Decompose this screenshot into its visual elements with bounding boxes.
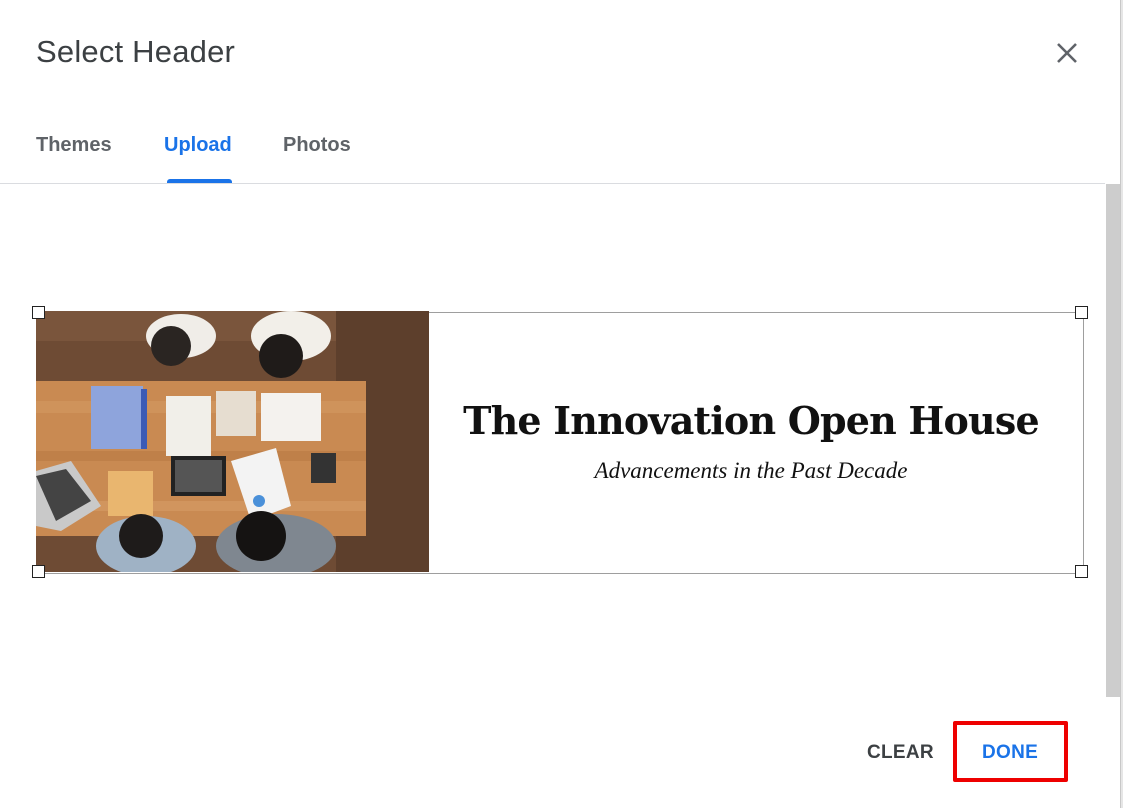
tab-photos[interactable]: Photos: [283, 134, 351, 157]
tab-themes[interactable]: Themes: [36, 134, 112, 157]
crop-handle-bottom-right[interactable]: [1075, 565, 1088, 578]
clear-button[interactable]: CLEAR: [867, 742, 934, 764]
banner-title: The Innovation Open House: [463, 398, 1040, 443]
dialog-title: Select Header: [36, 34, 236, 69]
scrollbar-thumb[interactable]: [1106, 184, 1120, 697]
header-photo: [36, 311, 429, 572]
select-header-dialog: Select Header Themes Upload Photos The I…: [0, 0, 1121, 808]
crop-handle-bottom-left[interactable]: [32, 565, 45, 578]
tab-upload[interactable]: Upload: [164, 134, 232, 157]
done-button-highlight: [953, 721, 1068, 782]
close-icon: [1057, 43, 1077, 63]
close-button[interactable]: [1052, 38, 1082, 68]
crop-handle-top-right[interactable]: [1075, 306, 1088, 319]
tab-bar: Themes Upload Photos: [0, 120, 1120, 184]
crop-handle-top-left[interactable]: [32, 306, 45, 319]
banner-subtitle: Advancements in the Past Decade: [594, 458, 908, 483]
tab-divider: [0, 183, 1105, 184]
meeting-photo-illustration: [36, 311, 429, 572]
